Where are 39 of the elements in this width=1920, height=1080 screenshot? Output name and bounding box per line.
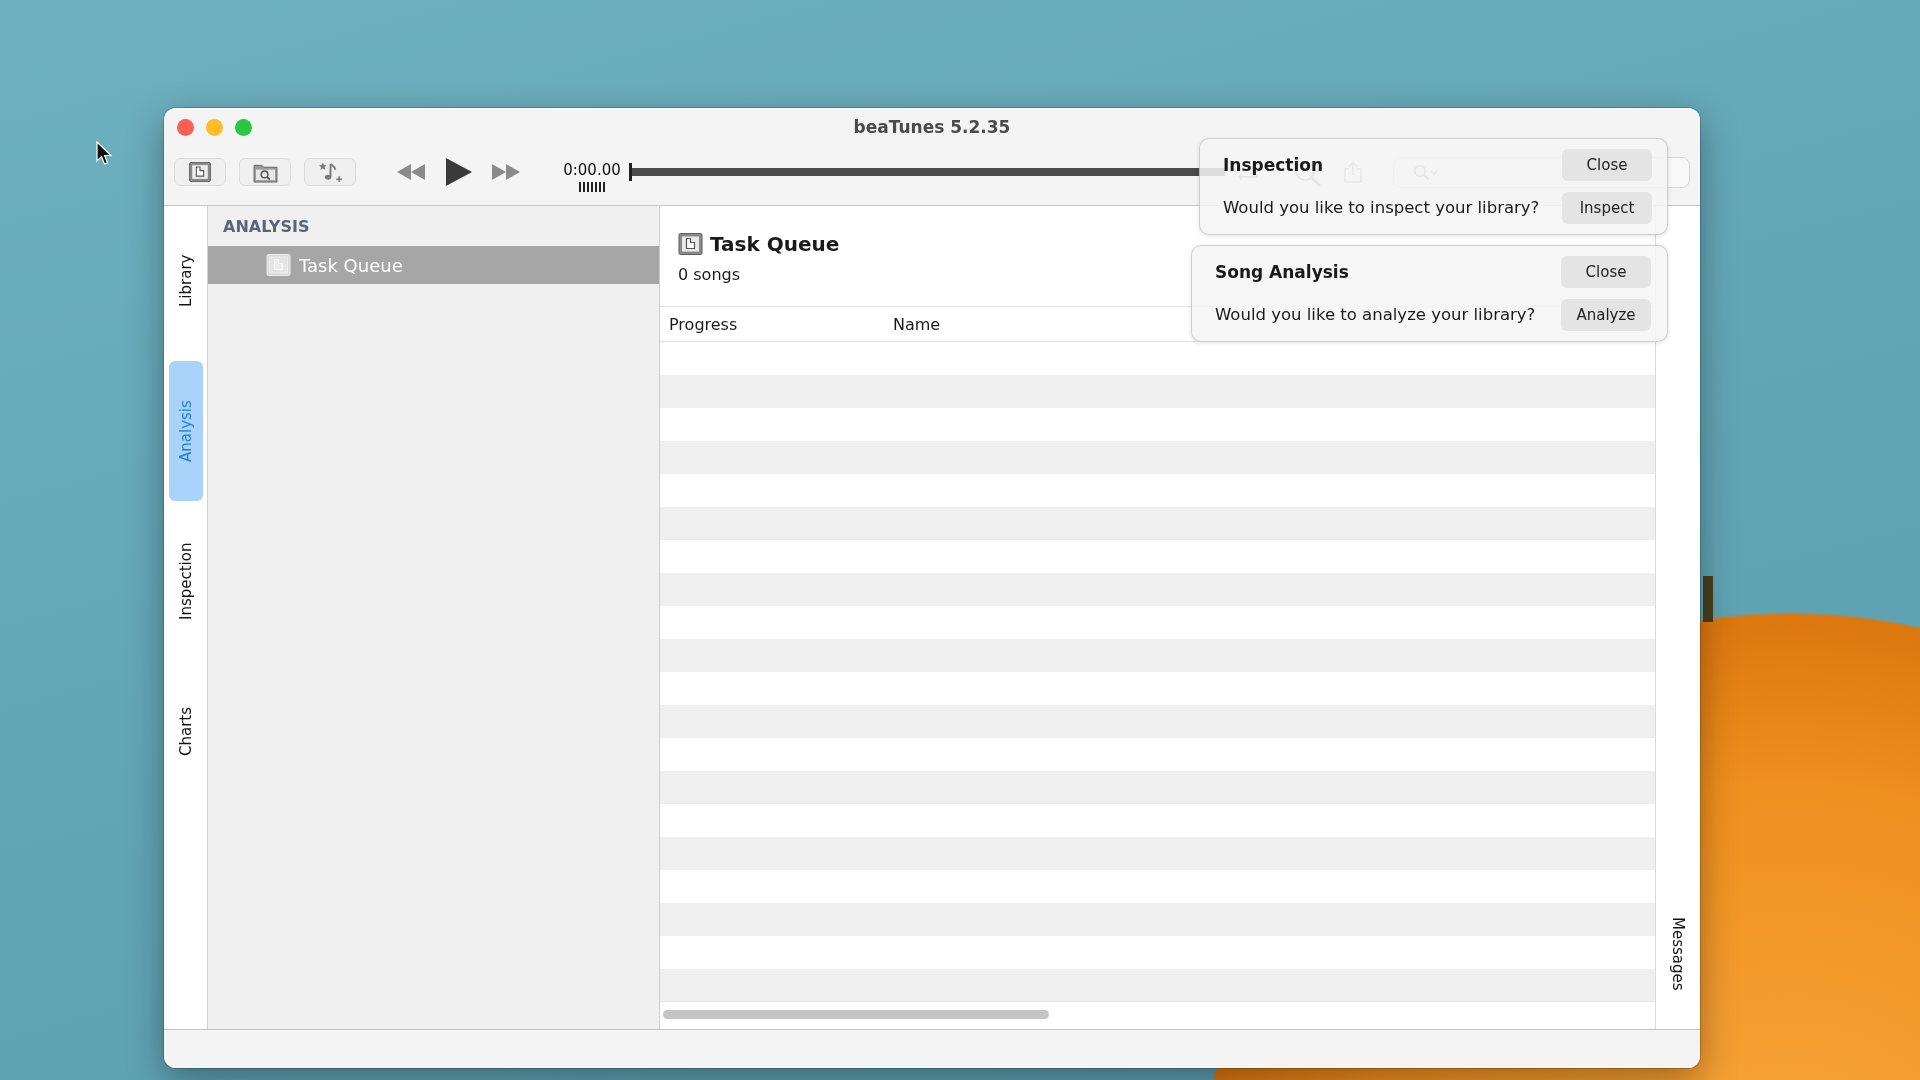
notification-title: Song Analysis xyxy=(1215,261,1349,284)
notification-button[interactable]: Inspect xyxy=(1562,192,1652,224)
fast-forward-button[interactable] xyxy=(492,164,520,180)
find-folder-button[interactable] xyxy=(239,158,291,186)
sidebar-section-title: ANALYSIS xyxy=(222,216,310,238)
document-icon xyxy=(266,254,291,276)
fast-forward-icon xyxy=(492,164,520,180)
play-icon xyxy=(446,158,472,186)
browser-view-button[interactable] xyxy=(174,158,226,186)
add-song-button[interactable] xyxy=(304,158,356,186)
column-header[interactable]: Progress xyxy=(669,314,738,334)
side-tab[interactable]: Library xyxy=(169,211,203,351)
zoom-window-button[interactable] xyxy=(235,118,252,136)
progress-thumb[interactable] xyxy=(629,163,632,181)
document-icon xyxy=(189,162,211,182)
side-tab[interactable]: Messages xyxy=(1661,884,1695,1024)
cursor-icon xyxy=(96,141,113,166)
rewind-icon xyxy=(397,164,425,180)
notification-title: Inspection xyxy=(1223,154,1324,177)
side-tab[interactable]: Charts xyxy=(169,661,203,801)
notification-button[interactable]: Analyze xyxy=(1561,299,1651,331)
notification-button[interactable]: Close xyxy=(1561,256,1651,288)
notification-message: Would you like to analyze your library? xyxy=(1215,304,1536,326)
play-button[interactable] xyxy=(446,158,472,186)
sidebar-item-label: Task Queue xyxy=(299,254,403,276)
document-icon xyxy=(678,233,703,255)
window-title: beaTunes 5.2.35 xyxy=(853,117,1011,137)
notification-button[interactable]: Close xyxy=(1562,149,1652,181)
song-count: 0 songs xyxy=(678,265,741,285)
music-note-plus-icon xyxy=(317,160,343,184)
level-bars-icon xyxy=(578,182,606,192)
notification-message: Would you like to inspect your library? xyxy=(1223,197,1540,219)
scrollbar-thumb[interactable] xyxy=(663,1010,1049,1019)
close-window-button[interactable] xyxy=(177,118,194,136)
column-header[interactable]: Name xyxy=(893,314,941,334)
time-display: 0:00.00 xyxy=(563,161,621,179)
page-title: Task Queue xyxy=(710,231,840,257)
rewind-button[interactable] xyxy=(397,164,425,180)
side-tab[interactable]: Inspection xyxy=(169,511,203,651)
